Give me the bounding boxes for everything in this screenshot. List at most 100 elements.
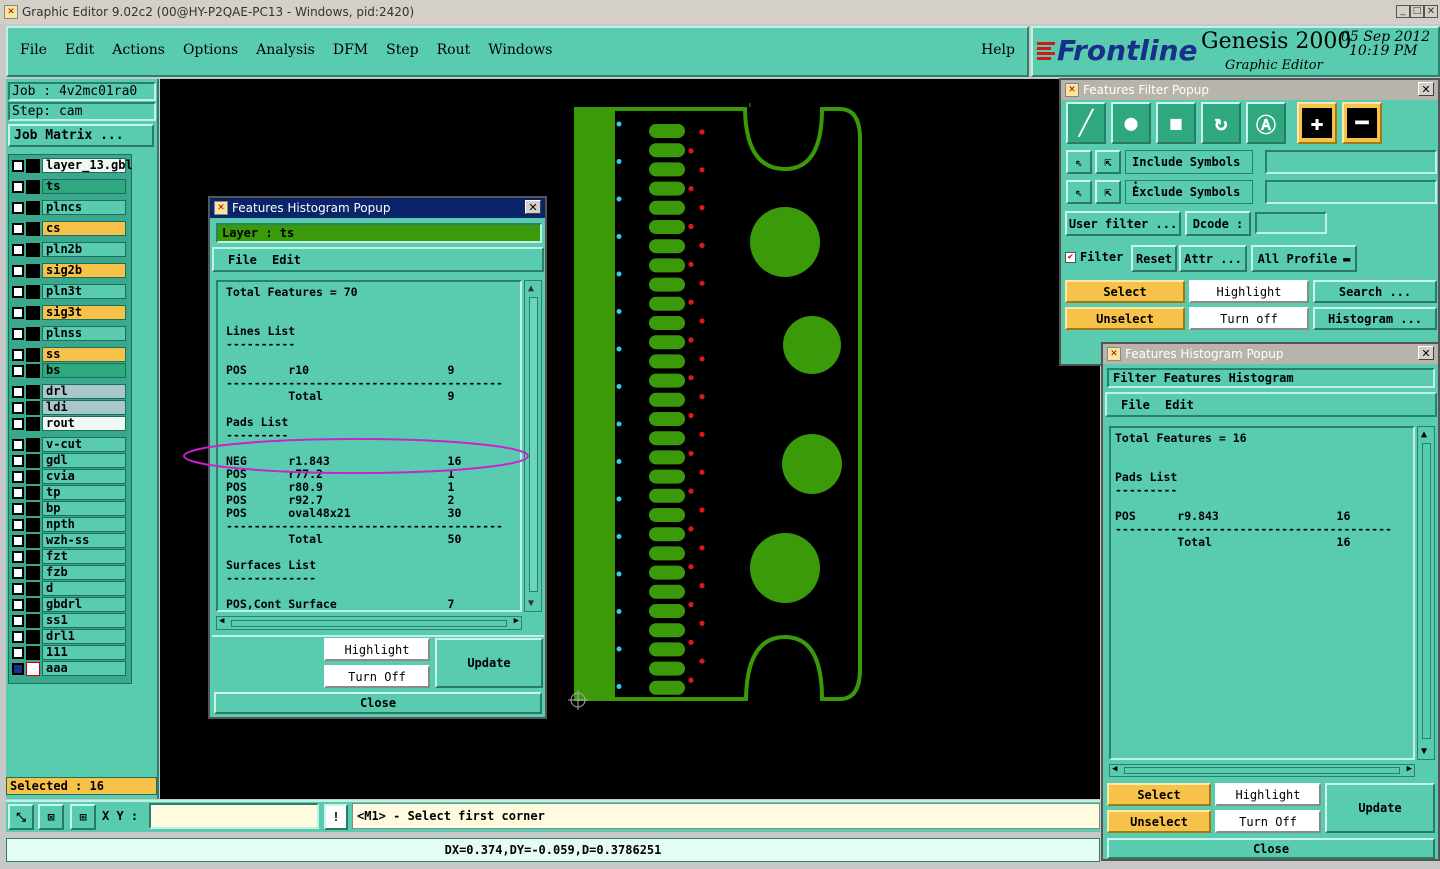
search-button[interactable]: Search ... [1313, 280, 1437, 303]
layer-checkbox[interactable] [12, 180, 24, 193]
menu-windows[interactable]: Windows [488, 42, 552, 58]
job-matrix-button[interactable]: Job Matrix ... [8, 124, 154, 147]
layer-row-layer_13.gbl[interactable]: layer_13.gbl [12, 158, 133, 173]
xy-input[interactable] [149, 803, 319, 829]
measure-icon[interactable]: ⊠ [38, 804, 64, 830]
menu-help[interactable]: Help [981, 42, 1015, 58]
layer-checkbox[interactable] [12, 417, 24, 430]
menu-edit[interactable]: Edit [1165, 398, 1194, 412]
layer-row-111[interactable]: 111 [12, 645, 126, 660]
layer-name[interactable]: bs [42, 363, 126, 378]
menu-step[interactable]: Step [386, 42, 418, 58]
layer-row-cvia[interactable]: cvia [12, 469, 126, 484]
maximize-button[interactable]: □ [1410, 5, 1424, 18]
layer-checkbox[interactable] [12, 646, 24, 659]
menu-dfm[interactable]: DFM [333, 42, 368, 58]
layer-color-swatch[interactable] [26, 384, 40, 399]
layer-color-swatch[interactable] [26, 200, 40, 215]
layer-checkbox[interactable] [12, 306, 24, 319]
layer-name[interactable]: d [42, 581, 126, 596]
layer-name[interactable]: drl1 [42, 629, 126, 644]
exclude-symbols-input[interactable] [1265, 180, 1437, 204]
layer-checkbox[interactable] [12, 630, 24, 643]
layer-color-swatch[interactable] [26, 305, 40, 320]
arc-filter-icon[interactable]: ↻ [1201, 102, 1241, 144]
layer-color-swatch[interactable] [26, 179, 40, 194]
exclude-list-icon[interactable]: ⇱ [1095, 180, 1121, 204]
layer-name[interactable]: plnss [42, 326, 126, 341]
close-icon[interactable]: ✕ [1418, 82, 1434, 96]
layer-name[interactable]: wzh-ss [42, 533, 126, 548]
layer-color-swatch[interactable] [26, 416, 40, 431]
layer-row-npth[interactable]: npth [12, 517, 126, 532]
layer-name[interactable]: gbdrl [42, 597, 126, 612]
layer-row-ts[interactable]: ts [12, 179, 126, 194]
negative-polarity-icon[interactable]: ━ [1342, 102, 1382, 144]
layer-checkbox[interactable] [12, 401, 24, 414]
layer-row-ldi[interactable]: ldi [12, 400, 126, 415]
highlight-button[interactable]: Highlight [1215, 783, 1321, 806]
layer-color-swatch[interactable] [26, 549, 40, 564]
menu-edit[interactable]: Edit [65, 42, 94, 58]
positive-polarity-icon[interactable]: ✚ [1297, 102, 1337, 144]
attr-button[interactable]: Attr ... [1179, 245, 1247, 272]
layer-checkbox[interactable] [12, 662, 24, 675]
layer-name[interactable]: cvia [42, 469, 126, 484]
layer-name[interactable]: sig3t [42, 305, 126, 320]
layer-name[interactable]: tp [42, 485, 126, 500]
menu-actions[interactable]: Actions [112, 42, 165, 58]
layer-row-pln2b[interactable]: pln2b [12, 242, 126, 257]
layer-color-swatch[interactable] [26, 453, 40, 468]
layer-row-bp[interactable]: bp [12, 501, 126, 516]
close-button[interactable]: Close [214, 692, 542, 714]
alert-icon[interactable]: ! [324, 804, 348, 830]
highlight-button[interactable]: Highlight [1189, 280, 1309, 303]
layer-name[interactable]: sig2b [42, 263, 126, 278]
layer-row-drl[interactable]: drl [12, 384, 126, 399]
layer-row-bs[interactable]: bs [12, 363, 126, 378]
layer-name[interactable]: aaa [42, 661, 126, 676]
layer-checkbox[interactable] [12, 614, 24, 627]
layer-row-v-cut[interactable]: v-cut [12, 437, 126, 452]
select-button[interactable]: Select [1107, 783, 1211, 806]
close-window-button[interactable]: ✕ [1424, 5, 1438, 18]
layer-name[interactable]: rout [42, 416, 126, 431]
horizontal-scrollbar[interactable]: ◀ ▶ [1109, 764, 1415, 777]
include-symbols-input[interactable] [1265, 150, 1437, 174]
snap-icon[interactable]: ⤡ [8, 804, 34, 830]
layer-color-swatch[interactable] [26, 263, 40, 278]
update-button[interactable]: Update [435, 638, 543, 688]
layer-color-swatch[interactable] [26, 158, 40, 173]
unselect-button[interactable]: Unselect [1107, 810, 1211, 833]
layer-color-swatch[interactable] [26, 613, 40, 628]
pad-filter-icon[interactable]: ● [1111, 102, 1151, 144]
layer-row-gdl[interactable]: gdl [12, 453, 126, 468]
layer-checkbox[interactable] [12, 364, 24, 377]
histogram-button[interactable]: Histogram ... [1313, 307, 1437, 330]
layer-checkbox[interactable] [12, 201, 24, 214]
layer-name[interactable]: ts [42, 179, 126, 194]
layer-color-swatch[interactable] [26, 597, 40, 612]
layer-checkbox[interactable] [12, 327, 24, 340]
surface-filter-icon[interactable]: ◼ [1156, 102, 1196, 144]
menu-file[interactable]: File [20, 42, 47, 58]
layer-name[interactable]: pln2b [42, 242, 126, 257]
grid-icon[interactable]: ⊞ [70, 804, 96, 830]
layer-checkbox[interactable] [12, 502, 24, 515]
layer-row-cs[interactable]: cs [12, 221, 126, 236]
menu-analysis[interactable]: Analysis [256, 42, 315, 58]
layer-checkbox[interactable] [12, 454, 24, 467]
layer-name[interactable]: cs [42, 221, 126, 236]
layer-row-sig3t[interactable]: sig3t [12, 305, 126, 320]
close-button[interactable]: Close [1107, 838, 1435, 859]
update-button[interactable]: Update [1325, 783, 1435, 833]
layer-row-wzh-ss[interactable]: wzh-ss [12, 533, 126, 548]
layer-color-swatch[interactable] [26, 437, 40, 452]
unselect-button[interactable]: Unselect [1065, 307, 1185, 330]
user-filter-button[interactable]: User filter ... [1065, 211, 1181, 236]
layer-name[interactable]: ldi [42, 400, 126, 415]
dcode-input[interactable] [1255, 212, 1327, 234]
text-filter-icon[interactable]: Ⓐ [1246, 102, 1286, 144]
layer-color-swatch[interactable] [26, 347, 40, 362]
layer-row-sig2b[interactable]: sig2b [12, 263, 126, 278]
